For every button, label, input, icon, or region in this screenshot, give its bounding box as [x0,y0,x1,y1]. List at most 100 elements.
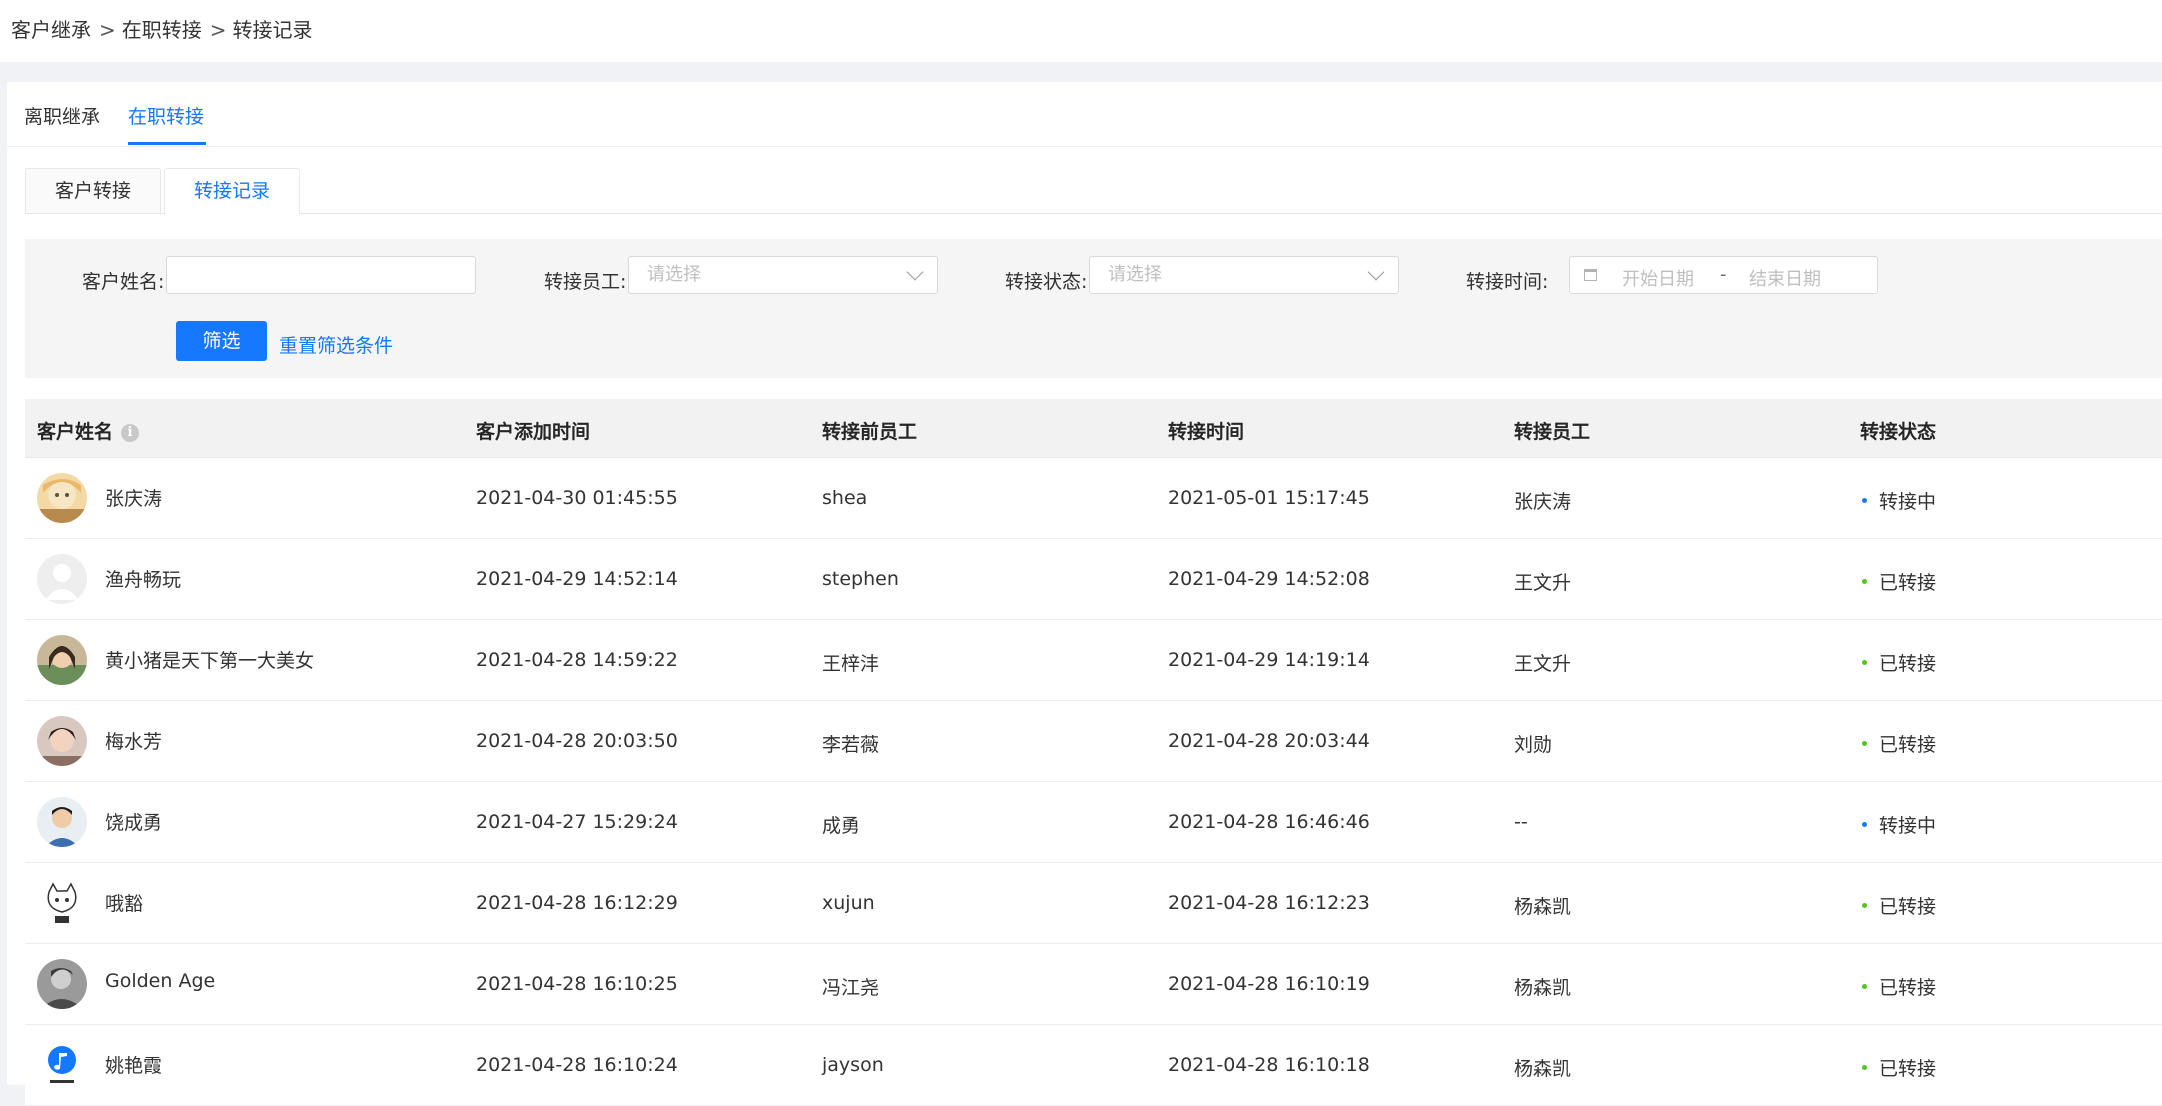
subtab-customer-transfer[interactable]: 客户转接 [25,168,161,214]
cell-added-time: 2021-04-28 16:10:25 [476,973,678,995]
breadcrumb-separator: > [99,18,116,42]
breadcrumb: 客户继承 > 在职转接 > 转接记录 [11,14,319,43]
avatar [37,554,87,604]
cell-transfer-time: 2021-04-28 16:12:23 [1168,892,1370,914]
cell-status: 转接中 [1862,487,1936,514]
breadcrumb-item-active-transfer[interactable]: 在职转接 [122,18,202,42]
cell-customer-name: 梅水芳 [105,731,163,753]
breadcrumb-separator: > [209,18,227,42]
column-header-transfer-employee: 转接员工 [1514,421,1591,443]
cell-added-time: 2021-04-27 15:29:24 [476,811,678,833]
cell-transfer-employee: 杨森凯 [1514,896,1572,918]
status-dot-icon [1862,660,1867,665]
cell-previous-employee: 冯江尧 [822,977,880,999]
cell-previous-employee: xujun [822,892,875,914]
cell-added-time: 2021-04-28 16:10:24 [476,1054,678,1076]
table-row[interactable]: 哦豁 2021-04-28 16:12:29 xujun 2021-04-28 16:… [25,863,2162,944]
employee-select[interactable]: 请选择 [628,256,938,294]
tab-bar: 离职继承 在职转接 [7,82,2162,147]
status-select[interactable]: 请选择 [1089,256,1399,294]
cell-status: 已转接 [1862,973,1936,1000]
status-dot-icon [1862,579,1867,584]
cell-status: 转接中 [1862,811,1936,838]
tab-active-transfer[interactable]: 在职转接 [128,102,204,129]
cell-transfer-time: 2021-04-28 20:03:44 [1168,730,1370,752]
date-range-separator: - [1720,264,1727,285]
transfer-time-label: 转接时间: [1466,271,1549,293]
table-row[interactable]: 饶成勇 2021-04-27 15:29:24 成勇 2021-04-28 16:46… [25,782,2162,863]
cell-transfer-employee: 张庆涛 [1514,491,1572,513]
tab-active-indicator [128,142,206,145]
status-text: 转接中 [1879,491,1937,513]
cell-customer-name: Golden Age [105,970,216,992]
cell-transfer-time: 2021-04-29 14:52:08 [1168,568,1370,590]
cell-status: 已转接 [1862,730,1936,757]
status-dot-icon [1862,1065,1867,1070]
table-row[interactable]: Golden Age 2021-04-28 16:10:25 冯江尧 2021-04-… [25,944,2162,1025]
cell-transfer-employee: 王文升 [1514,572,1572,594]
cell-customer-name: 黄小猪是天下第一大美女 [105,650,315,672]
table-row[interactable]: 渔舟畅玩 2021-04-29 14:52:14 stephen 2021-04-29… [25,539,2162,620]
status-dot-icon [1862,903,1867,908]
info-icon[interactable]: i [121,423,140,442]
status-text: 已转接 [1879,1058,1937,1080]
cell-previous-employee: stephen [822,568,899,590]
tab-resigned-inheritance[interactable]: 离职继承 [24,102,100,129]
status-text: 转接中 [1879,815,1937,837]
table-row[interactable]: 黄小猪是天下第一大美女 2021-04-28 14:59:22 王梓沣 2021-04… [25,620,2162,701]
employee-label: 转接员工: [544,271,627,293]
status-dot-icon [1862,498,1867,503]
cell-status: 已转接 [1862,1054,1936,1081]
filter-panel: 客户姓名: 转接员工: 请选择 转接状态: 请选择 转接时间: 开始日期 - 结… [25,239,2162,378]
breadcrumb-item-inheritance[interactable]: 客户继承 [11,18,91,42]
column-header-added-time: 客户添加时间 [476,421,591,443]
table-row[interactable]: 梅水芳 2021-04-28 20:03:50 李若薇 2021-04-28 20:0… [25,701,2162,782]
cell-customer-name: 张庆涛 [105,488,163,510]
cell-added-time: 2021-04-30 01:45:55 [476,487,678,509]
cell-added-time: 2021-04-28 20:03:50 [476,730,678,752]
chevron-down-icon [906,263,924,281]
cell-transfer-employee: -- [1514,811,1528,833]
cell-transfer-time: 2021-04-28 16:10:18 [1168,1054,1370,1076]
status-text: 已转接 [1879,977,1937,999]
avatar [37,635,87,685]
table-header: 客户姓名 i 客户添加时间 转接前员工 转接时间 转接员工 转接状态 [25,399,2162,458]
cell-added-time: 2021-04-28 16:12:29 [476,892,678,914]
subtab-bar: 客户转接 转接记录 [25,168,2162,215]
employee-select-placeholder: 请选择 [647,264,701,285]
cell-status: 已转接 [1862,892,1936,919]
cell-transfer-employee: 刘勋 [1514,734,1553,756]
breadcrumb-bar: 客户继承 > 在职转接 > 转接记录 [0,0,2162,62]
cell-added-time: 2021-04-29 14:52:14 [476,568,678,590]
column-header-transfer-time: 转接时间 [1168,421,1245,443]
cell-transfer-time: 2021-04-28 16:46:46 [1168,811,1370,833]
chevron-down-icon [1367,263,1385,281]
table-body: 张庆涛 2021-04-30 01:45:55 shea 2021-05-01 15:… [25,458,2162,1106]
avatar [37,1040,87,1090]
filter-button[interactable]: 筛选 [176,321,267,361]
main-card: 离职继承 在职转接 客户转接 转接记录 客户姓名: 转接员工: 请选择 转接状态… [7,82,2162,1106]
table-row[interactable]: 姚艳霞 2021-04-28 16:10:24 jayson 2021-04-28 1… [25,1025,2162,1106]
status-dot-icon [1862,741,1867,746]
subtab-transfer-records[interactable]: 转接记录 [164,168,300,215]
cell-previous-employee: 李若薇 [822,734,880,756]
status-text: 已转接 [1879,572,1937,594]
reset-filters-link[interactable]: 重置筛选条件 [279,331,393,358]
transfer-records-table: 客户姓名 i 客户添加时间 转接前员工 转接时间 转接员工 转接状态 张庆涛 202… [25,399,2162,1106]
avatar [37,959,87,1009]
cell-transfer-time: 2021-05-01 15:17:45 [1168,487,1370,509]
cell-previous-employee: 成勇 [822,815,861,837]
avatar [37,473,87,523]
avatar [37,878,87,928]
start-date-placeholder[interactable]: 开始日期 [1622,265,1694,291]
column-header-customer-name: 客户姓名 i [37,417,140,444]
end-date-placeholder[interactable]: 结束日期 [1749,265,1821,291]
breadcrumb-item-current: 转接记录 [232,18,313,42]
cell-previous-employee: jayson [822,1054,884,1076]
cell-status: 已转接 [1862,568,1936,595]
customer-name-input[interactable] [166,256,476,294]
date-range-picker[interactable]: 开始日期 - 结束日期 [1569,256,1878,294]
status-select-placeholder: 请选择 [1108,264,1162,285]
table-row[interactable]: 张庆涛 2021-04-30 01:45:55 shea 2021-05-01 15:… [25,458,2162,539]
avatar [37,797,87,847]
